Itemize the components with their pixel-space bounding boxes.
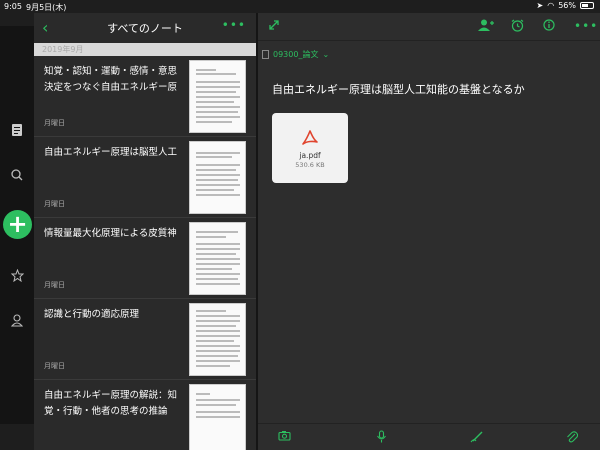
app-sidebar: +	[0, 26, 34, 424]
notes-icon[interactable]	[9, 122, 25, 138]
attachment-name: ja.pdf	[299, 151, 321, 160]
note-editor: ••• 09300_論文 ⌄ 自由エネルギー原理は脳型人工知能の基盤となるか j…	[258, 13, 600, 450]
handwriting-icon[interactable]	[470, 430, 484, 446]
add-user-icon[interactable]	[478, 19, 494, 34]
battery-fill	[582, 4, 588, 7]
pdf-attachment[interactable]: ja.pdf 530.6 KB	[272, 113, 348, 183]
more-icon[interactable]: •••	[222, 18, 246, 32]
pdf-icon	[272, 129, 348, 149]
status-time: 9:05	[4, 2, 22, 11]
list-item[interactable]: 自由エネルギー原理は脳型人工 月曜日	[34, 137, 256, 218]
notebook-icon	[262, 50, 269, 59]
editor-toolbar: •••	[258, 13, 600, 41]
list-item[interactable]: 情報量最大化原理による皮質神 月曜日	[34, 218, 256, 299]
attachment-icon[interactable]	[566, 430, 579, 446]
add-icon[interactable]: +	[3, 210, 32, 239]
note-list: 知覚・認知・運動・感情・意思決定をつなぐ自由エネルギー原 月曜日 自由エネルギー…	[34, 56, 256, 450]
camera-icon[interactable]	[278, 430, 291, 444]
status-date: 9月5日(木)	[26, 3, 67, 12]
wifi-icon: ◠	[547, 1, 555, 10]
note-thumbnail	[189, 384, 246, 450]
note-title: 認識と行動の適応原理	[44, 309, 140, 320]
star-icon[interactable]	[9, 267, 25, 283]
alarm-icon[interactable]	[511, 19, 524, 35]
attachment-size: 530.6 KB	[295, 161, 325, 169]
note-date: 月曜日	[44, 281, 65, 289]
note-title: 自由エネルギー原理は脳型人工	[44, 147, 178, 158]
chevron-down-icon: ⌄	[322, 50, 330, 59]
info-icon[interactable]	[543, 19, 555, 34]
notes-list-panel: ‹ すべてのノート ••• 2019年9月 知覚・認知・運動・感情・意思決定をつ…	[34, 13, 256, 450]
editor-bottom-toolbar	[258, 423, 600, 450]
note-date: 月曜日	[44, 200, 65, 208]
list-item[interactable]: 認識と行動の適応原理 月曜日	[34, 299, 256, 380]
battery-icon	[580, 2, 594, 9]
note-date: 月曜日	[44, 362, 65, 370]
account-icon[interactable]	[9, 312, 25, 328]
date-separator: 2019年9月	[34, 43, 256, 56]
status-right: ➤ ◠ 56%	[537, 1, 594, 10]
expand-icon[interactable]	[268, 19, 280, 34]
list-item[interactable]: 知覚・認知・運動・感情・意思決定をつなぐ自由エネルギー原 月曜日	[34, 56, 256, 137]
status-bar: 9:05 9月5日(木) ➤ ◠ 56%	[0, 0, 600, 13]
battery-percent: 56%	[558, 1, 576, 10]
note-thumbnail	[189, 60, 246, 133]
note-thumbnail	[189, 222, 246, 295]
note-date: 月曜日	[44, 119, 65, 127]
list-item[interactable]: 自由エネルギー原理の解説：知覚・行動・他者の思考の推論	[34, 380, 256, 450]
notebook-selector[interactable]: 09300_論文 ⌄	[262, 49, 329, 60]
note-title-field[interactable]: 自由エネルギー原理は脳型人工知能の基盤となるか	[272, 81, 525, 97]
search-icon[interactable]	[9, 167, 25, 183]
more-icon[interactable]: •••	[574, 19, 598, 33]
notes-header: ‹ すべてのノート •••	[34, 13, 256, 41]
note-thumbnail	[189, 303, 246, 376]
notebook-name: 09300_論文	[273, 50, 319, 59]
audio-icon[interactable]	[376, 430, 387, 446]
note-title: 自由エネルギー原理の解説：知覚・行動・他者の思考の推論	[44, 390, 178, 417]
note-title: 情報量最大化原理による皮質神	[44, 228, 177, 239]
note-thumbnail	[189, 141, 246, 214]
note-title: 知覚・認知・運動・感情・意思決定をつなぐ自由エネルギー原	[44, 66, 178, 93]
location-icon: ➤	[536, 1, 544, 10]
